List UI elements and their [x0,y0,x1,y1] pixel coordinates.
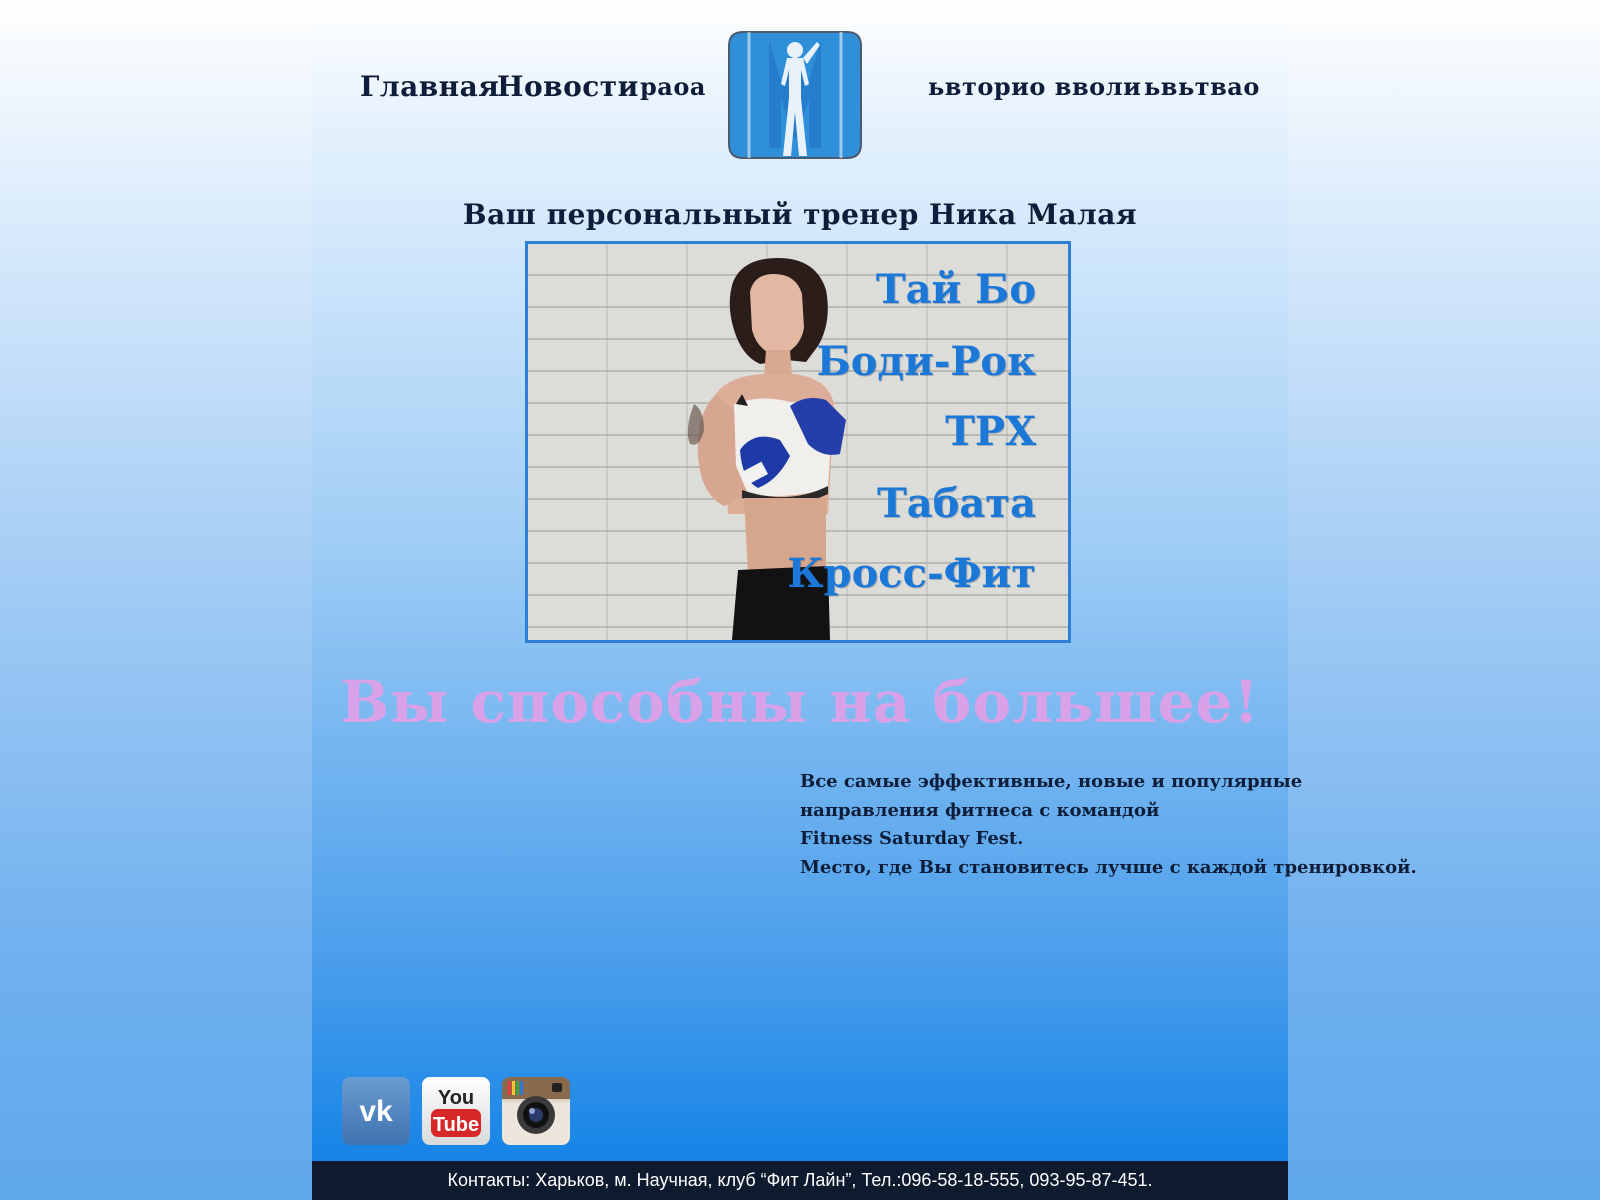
nav-item-4-link[interactable]: ьвторио вволи [928,72,1141,101]
youtube-icon: You Tube [431,1087,481,1137]
nav-item-5-link[interactable]: ьвьтвао [1144,72,1260,101]
description-line: Fitness Saturday Fest. [800,828,1024,849]
nav-news-link[interactable]: Новости [497,70,639,103]
site-logo[interactable] [725,28,865,162]
workout-tabata: Табата [877,480,1036,527]
vk-icon-label: vk [359,1095,393,1128]
workout-body-rock: Боди-Рок [816,338,1036,385]
description-line: Место, где Вы становитесь лучше с каждой… [800,856,1417,878]
instagram-icon [502,1077,570,1134]
workout-thai-bo: Тай Бо [875,266,1036,313]
youtube-social-button[interactable]: You Tube [422,1077,490,1145]
instagram-social-button[interactable] [502,1077,570,1145]
youtube-icon-top: You [438,1087,474,1109]
description-line: направления фитнеса с командой [800,799,1160,821]
hero-banner: Тай Бо Боди-Рок TPX Табата Кросс-Фит [525,241,1071,643]
logo-nm-graphic [728,31,862,159]
youtube-icon-bottom: Tube [433,1114,479,1136]
nav-home-link[interactable]: Главная [360,70,500,103]
footer-contacts: Контакты: Харьков, м. Научная, клуб “Фит… [312,1161,1288,1200]
vk-icon: vk [359,1095,393,1128]
workout-trx: TPX [945,408,1036,455]
description-line: Все самые эффективные, новые и популярны… [800,771,1303,792]
workout-crossfit: Кросс-Фит [787,550,1036,597]
description-text: Все самые эффективные, новые и популярны… [800,768,1500,882]
slogan-heading: Вы способны на большее! [340,668,1260,736]
trainer-title: Ваш персональный тренер Ника Малая [462,198,1138,231]
vk-social-button[interactable]: vk [342,1077,410,1145]
nav-item-3-link[interactable]: раоа [640,72,706,101]
